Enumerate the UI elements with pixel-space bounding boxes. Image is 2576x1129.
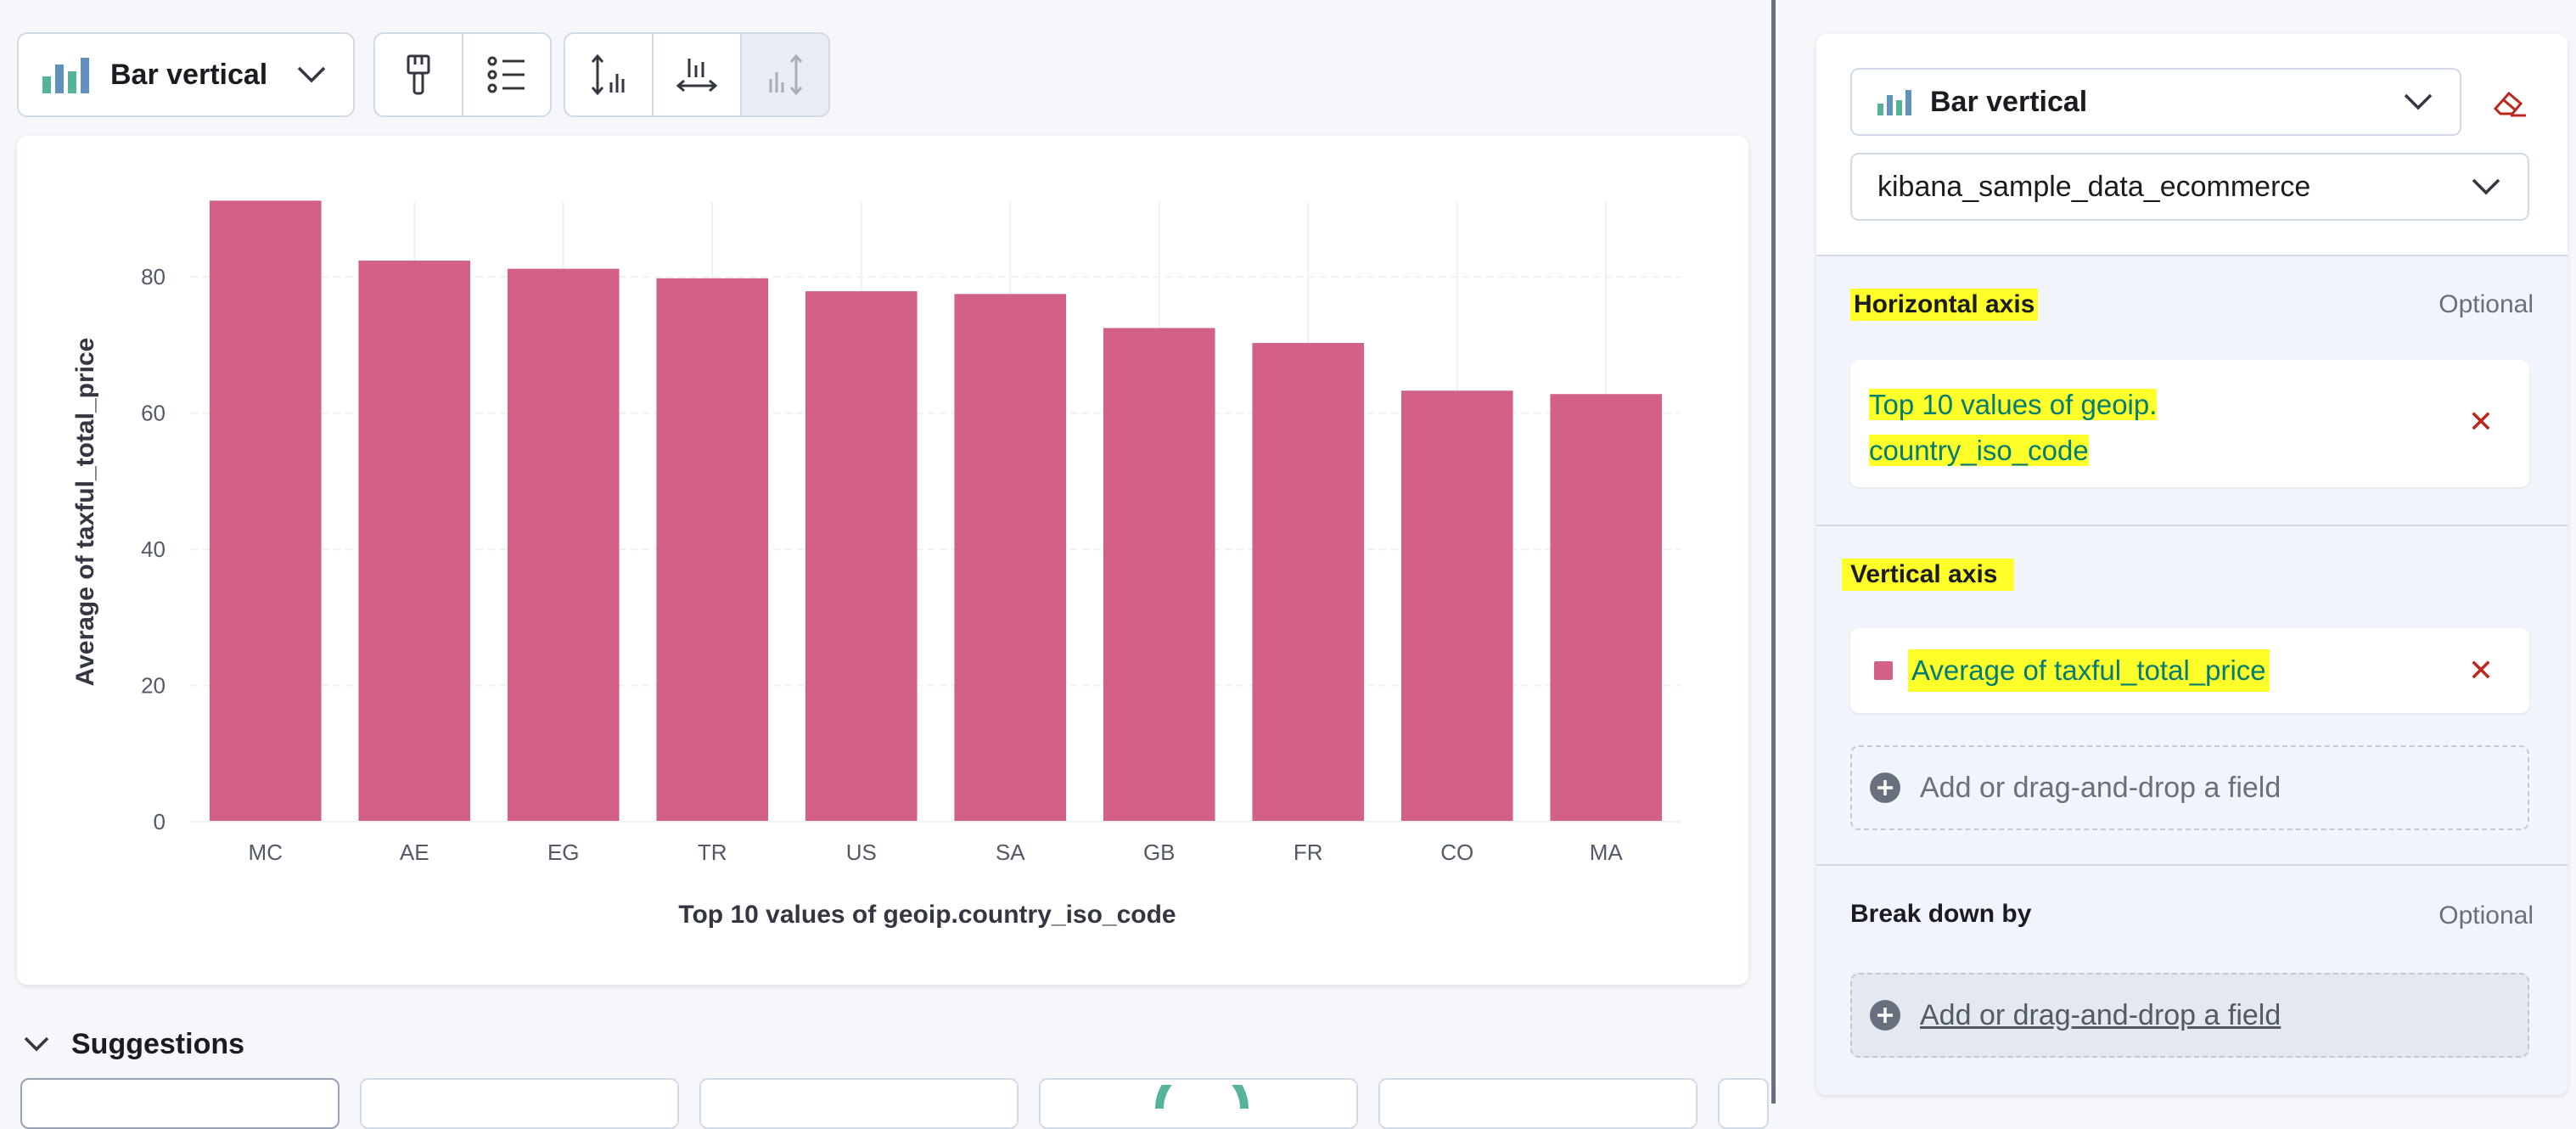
x-tick-label: CO [1440, 840, 1473, 865]
vertical-axis-icon [591, 53, 625, 96]
y-tick-label: 80 [141, 264, 166, 289]
list-icon [487, 56, 525, 93]
chevron-down-icon [297, 66, 326, 83]
donut-preview-icon [1155, 1085, 1249, 1109]
suggestions-title: Suggestions [71, 1027, 245, 1060]
visual-options-button[interactable] [375, 34, 463, 115]
chevron-down-icon [2472, 178, 2500, 195]
bar-eg[interactable] [507, 268, 620, 823]
legend-options-button[interactable] [463, 34, 550, 115]
suggestion-card[interactable] [699, 1078, 1019, 1129]
bar-sa[interactable] [954, 294, 1067, 822]
bar-fr[interactable] [1252, 343, 1365, 822]
config-panel: Bar vertical kibana_sample_data_ecommerc… [1816, 34, 2568, 1095]
bar-us[interactable] [805, 291, 918, 822]
vertical-axis-metric[interactable]: Average of taxful_total_price ✕ [1850, 628, 2529, 713]
vertical-axis-label: Vertical axis [1842, 559, 2015, 591]
plus-in-circle-icon [1870, 772, 1900, 803]
remove-horizontal-axis-icon[interactable]: ✕ [2468, 404, 2494, 440]
x-tick-label: AE [400, 840, 429, 865]
left-axis-button[interactable] [565, 34, 654, 115]
config-chart-type-selector[interactable]: Bar vertical [1850, 68, 2461, 136]
data-view-label: kibana_sample_data_ecommerce [1877, 170, 2311, 203]
y-tick-label: 0 [154, 809, 166, 834]
bar-ae[interactable] [358, 260, 471, 822]
y-axis-title: Average of taxful_total_price [71, 338, 99, 687]
x-tick-label: GB [1143, 840, 1176, 865]
vertical-axis-add-field[interactable]: Add or drag-and-drop a field [1850, 745, 2529, 830]
style-legend-group [373, 32, 552, 117]
bar-gb[interactable] [1103, 328, 1215, 822]
break-down-add-field-text: Add or drag-and-drop a field [1920, 998, 2281, 1031]
suggestion-card[interactable] [1378, 1078, 1698, 1129]
chevron-down-icon [2404, 93, 2433, 110]
bottom-axis-button[interactable] [654, 34, 742, 115]
paintbrush-icon [407, 54, 430, 95]
horizontal-axis-label: Horizontal axis [1850, 289, 2039, 321]
horizontal-axis-icon [676, 59, 718, 93]
bar-ma[interactable] [1550, 394, 1663, 822]
bar-tr[interactable] [656, 278, 769, 822]
break-down-label: Break down by [1850, 900, 2032, 928]
chevron-down-icon [24, 1036, 49, 1052]
series-color-swatch [1874, 661, 1893, 680]
suggestion-card[interactable] [1039, 1078, 1358, 1129]
remove-vertical-axis-icon[interactable]: ✕ [2468, 653, 2494, 688]
horizontal-axis-optional: Optional [2439, 290, 2534, 318]
x-tick-label: SA [996, 840, 1025, 865]
break-down-add-field[interactable]: Add or drag-and-drop a field [1850, 973, 2529, 1058]
x-tick-label: US [846, 840, 877, 865]
horizontal-axis-value-line1[interactable]: Top 10 values of geoip. [1869, 389, 2158, 420]
panel-divider[interactable] [1771, 0, 1776, 1104]
x-axis-title: Top 10 values of geoip.country_iso_code [678, 901, 1176, 929]
x-tick-label: EG [547, 840, 580, 865]
vertical-axis-add-field-text: Add or drag-and-drop a field [1920, 771, 2281, 804]
chart-type-label: Bar vertical [110, 58, 268, 91]
eraser-icon[interactable] [2492, 88, 2528, 117]
config-sections: Horizontal axis Optional Top 10 values o… [1816, 255, 2568, 1095]
x-tick-label: FR [1294, 840, 1323, 865]
break-down-optional: Optional [2439, 902, 2534, 930]
bar-chart: 0 20 40 60 80 MC AE EG TR US SA GB FR CO MA Top 10 valu… [71, 200, 1681, 929]
bar-chart-icon [1877, 90, 1911, 115]
x-tick-label: MA [1590, 840, 1624, 865]
right-axis-icon [769, 53, 803, 96]
suggestion-card[interactable] [20, 1078, 340, 1129]
suggestion-card[interactable] [1718, 1078, 1769, 1129]
suggestion-card[interactable] [360, 1078, 679, 1129]
bar-chart-icon [42, 58, 89, 93]
bar-co[interactable] [1400, 390, 1513, 822]
vertical-axis-value[interactable]: Average of taxful_total_price [1908, 649, 2270, 692]
x-tick-label: MC [249, 840, 283, 865]
y-tick-label: 20 [141, 673, 166, 699]
chart-panel: 0 20 40 60 80 MC AE EG TR US SA GB FR CO MA Top 10 valu… [17, 136, 1748, 985]
horizontal-axis-value-line2[interactable]: country_iso_code [1869, 435, 2089, 466]
horizontal-axis-dimension[interactable]: Top 10 values of geoip. country_iso_code… [1850, 360, 2529, 487]
y-tick-label: 60 [141, 401, 166, 426]
plus-in-circle-icon [1870, 1000, 1900, 1031]
config-chart-type-label: Bar vertical [1930, 85, 2088, 118]
suggestions-toggle[interactable]: Suggestions [24, 1025, 244, 1063]
right-axis-button[interactable] [742, 34, 828, 115]
data-view-selector[interactable]: kibana_sample_data_ecommerce [1850, 153, 2529, 221]
axis-options-group [564, 32, 830, 117]
x-tick-label: TR [698, 840, 727, 865]
bar-mc[interactable] [209, 200, 322, 822]
chart-type-selector[interactable]: Bar vertical [17, 32, 355, 117]
y-tick-label: 40 [141, 536, 166, 562]
